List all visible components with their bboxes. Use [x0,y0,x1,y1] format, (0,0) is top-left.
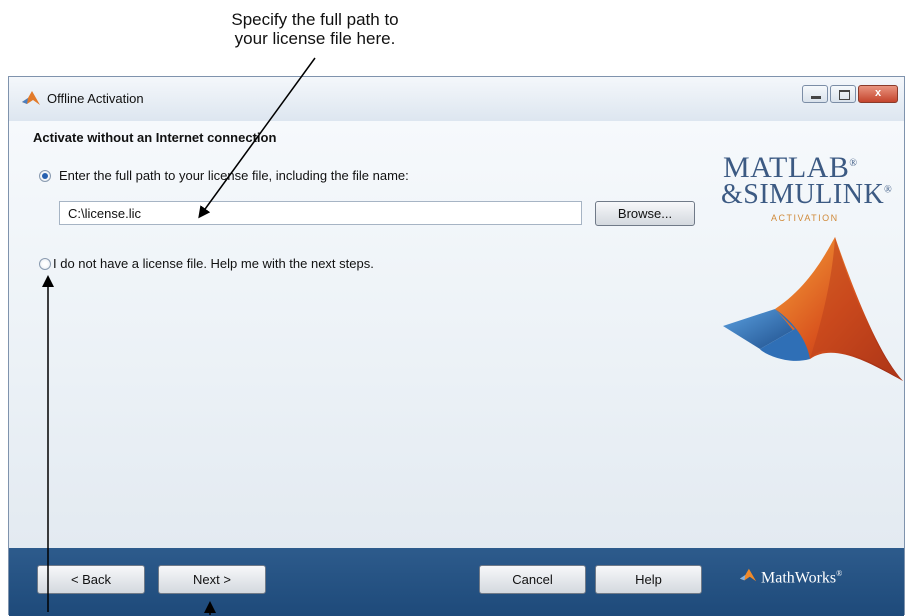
offline-activation-window: Offline Activation x Activate without an… [8,76,905,616]
matlab-simulink-branding: MATLAB® &SIMULINK® ACTIVATION [715,131,905,391]
matlab-membrane-logo [723,237,903,381]
no-license-radio-label[interactable]: I do not have a license file. Help me wi… [53,256,374,271]
license-file-radio[interactable] [39,170,51,182]
back-button[interactable]: < Back [37,565,145,594]
window-controls: x [800,85,898,103]
annotation-callout: Specify the full path to your license fi… [160,10,470,48]
license-path-input[interactable] [59,201,582,225]
browse-button[interactable]: Browse... [595,201,695,226]
window-title: Offline Activation [47,91,144,106]
maximize-icon [839,90,850,100]
annotation-line-1: Specify the full path to [231,10,399,29]
brand-simulink-registered: ® [884,184,893,196]
cancel-button[interactable]: Cancel [479,565,586,594]
close-button[interactable]: x [858,85,898,103]
minimize-icon [811,96,821,99]
minimize-button[interactable] [802,85,828,103]
no-license-radio[interactable] [39,258,51,270]
mathworks-wordmark: MathWorks® [761,569,842,587]
maximize-button[interactable] [830,85,856,103]
mathworks-logo [739,568,757,582]
matlab-app-icon [22,91,40,105]
license-file-radio-label[interactable]: Enter the full path to your license file… [59,168,409,183]
close-icon: x [874,87,882,99]
brand-subtitle: ACTIVATION [771,213,839,223]
help-button[interactable]: Help [595,565,702,594]
wizard-footer: < Back Next > Cancel Help MathWorks® [9,548,904,616]
brand-simulink-text: &SIMULINK [721,179,885,210]
next-button[interactable]: Next > [158,565,266,594]
content-panel: Activate without an Internet connection … [9,121,904,548]
mathworks-registered: ® [836,569,843,578]
page-heading: Activate without an Internet connection [33,130,277,145]
brand-simulink: &SIMULINK® [721,179,892,211]
mathworks-text: MathWorks [761,569,837,587]
brand-matlab-registered: ® [849,158,858,169]
title-bar[interactable]: Offline Activation x [9,77,904,121]
annotation-line-2: your license file here. [234,29,396,48]
